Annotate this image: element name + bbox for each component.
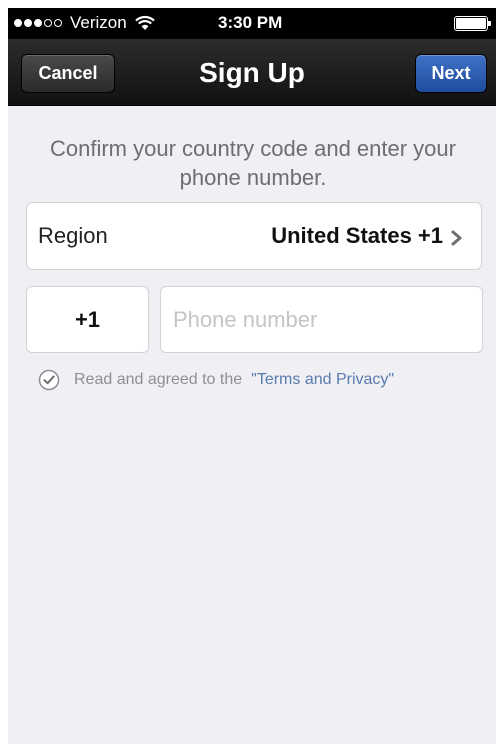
checkmark-circle-icon[interactable] xyxy=(38,369,60,391)
battery-icon xyxy=(454,16,491,31)
status-time: 3:30 PM xyxy=(218,13,283,32)
phone-number-field-container xyxy=(160,286,483,353)
terms-row: Read and agreed to the "Terms and Privac… xyxy=(38,369,394,391)
battery-tip xyxy=(488,21,491,26)
signal-strength-icon xyxy=(14,19,62,27)
status-bar: Verizon 3:30 PM xyxy=(8,8,496,39)
signal-dot xyxy=(54,19,62,27)
chevron-right-icon xyxy=(451,230,462,246)
instructions-text: Confirm your country code and enter your… xyxy=(50,136,456,190)
carrier-name: Verizon xyxy=(70,13,127,32)
signal-dot xyxy=(24,19,32,27)
navigation-bar: Cancel Sign Up Next xyxy=(8,39,496,106)
status-left: Verizon xyxy=(14,13,156,33)
wifi-icon xyxy=(134,15,155,30)
app-screen: Verizon 3:30 PM Cancel Sign Up Next Conf… xyxy=(8,8,496,744)
region-value: United States +1 xyxy=(271,223,443,248)
next-button[interactable]: Next xyxy=(415,54,487,93)
phone-number-input[interactable] xyxy=(173,287,473,352)
terms-privacy-link[interactable]: "Terms and Privacy" xyxy=(251,371,394,389)
region-label: Region xyxy=(38,223,108,248)
region-selector[interactable]: Region United States +1 xyxy=(26,202,482,270)
terms-text: Read and agreed to the xyxy=(74,371,243,388)
battery-fill xyxy=(456,18,486,29)
signal-dot xyxy=(14,19,22,27)
signal-dot xyxy=(34,19,42,27)
country-code-field[interactable]: +1 xyxy=(26,286,149,353)
signal-dot xyxy=(44,19,52,27)
